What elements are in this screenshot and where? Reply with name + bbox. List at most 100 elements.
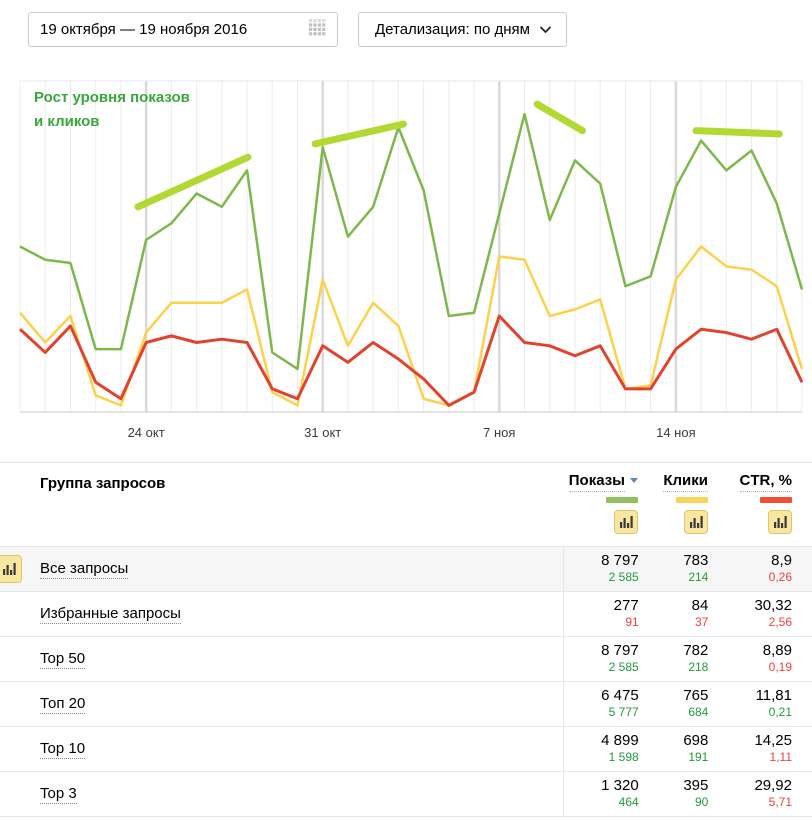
value-cell-shows: 4 8991 598	[564, 732, 639, 771]
date-range-text: 19 октября — 19 ноября 2016	[40, 21, 247, 38]
metric-delta: 464	[564, 795, 639, 810]
detail-dropdown-label: Детализация: по дням	[375, 21, 530, 38]
x-axis-label: 31 окт	[304, 425, 341, 440]
metric-value: 395	[639, 777, 709, 795]
value-cell-clicks: 765684	[639, 687, 709, 726]
legend-swatch-clicks	[676, 497, 708, 503]
chart-canvas	[0, 75, 812, 425]
metric-delta: 1,11	[708, 750, 792, 765]
query-group-link[interactable]: Топ 20	[40, 695, 85, 714]
metric-delta: 90	[639, 795, 709, 810]
metric-delta: 214	[639, 570, 709, 585]
metric-delta: 5 777	[564, 705, 639, 720]
table-row: Top 10 4 8991 59869819114,251,11	[0, 726, 812, 771]
toolbar: 19 октября — 19 ноября 2016 Детализация:…	[28, 12, 567, 47]
metric-delta: 0,21	[708, 705, 792, 720]
column-chart-toggle-button-ctr[interactable]	[768, 510, 792, 534]
metric-value: 782	[639, 642, 709, 660]
column-chart-toggle-button-shows[interactable]	[614, 510, 638, 534]
bar-chart-icon	[619, 515, 633, 529]
row-name-cell: Top 50	[0, 637, 563, 681]
value-cell-clicks: 783214	[639, 552, 709, 591]
row-values: 4 8991 59869819114,251,11	[563, 727, 812, 771]
metric-value: 14,25	[708, 732, 792, 750]
metric-value: 84	[639, 597, 709, 615]
table-row: Избранные запросы 27791843730,322,56	[0, 591, 812, 636]
metric-delta: 0,19	[708, 660, 792, 675]
row-values: 6 4755 77776568411,810,21	[563, 682, 812, 726]
row-values: 1 3204643959029,925,71	[563, 772, 812, 816]
metric-delta: 2 585	[564, 660, 639, 675]
metric-delta: 91	[564, 615, 639, 630]
column-sort-link-clicks[interactable]: Клики	[663, 472, 708, 492]
row-values: 8 7972 5857822188,890,19	[563, 637, 812, 681]
metric-value: 8,9	[708, 552, 792, 570]
column-sort-link-ctr[interactable]: CTR, %	[740, 472, 793, 492]
active-row-chart-button[interactable]	[0, 555, 22, 583]
value-cell-shows: 27791	[564, 597, 639, 636]
trend-annotation-stroke	[315, 124, 403, 144]
metric-delta: 191	[639, 750, 709, 765]
trend-annotation-stroke	[696, 131, 779, 134]
metric-value: 6 475	[564, 687, 639, 705]
trend-annotation-stroke	[537, 104, 582, 130]
metric-delta: 1 598	[564, 750, 639, 765]
value-cell-clicks: 782218	[639, 642, 709, 681]
value-cell-clicks: 698191	[639, 732, 709, 771]
bar-chart-icon	[689, 515, 703, 529]
metric-delta: 0,26	[708, 570, 792, 585]
metric-delta: 2 585	[564, 570, 639, 585]
row-values: 27791843730,322,56	[563, 592, 812, 636]
x-axis-label: 14 ноя	[656, 425, 696, 440]
metric-value: 765	[639, 687, 709, 705]
x-axis: 24 окт31 окт7 ноя14 ноя	[0, 425, 812, 443]
value-cell-ctr: 30,322,56	[708, 597, 792, 636]
table-row: Топ 20 6 4755 77776568411,810,21	[0, 681, 812, 726]
row-name-cell: Top 3	[0, 772, 563, 816]
row-name-cell: Топ 20	[0, 682, 563, 726]
value-cell-shows: 8 7972 585	[564, 642, 639, 681]
chevron-down-icon	[539, 21, 552, 39]
value-cell-ctr: 11,810,21	[708, 687, 792, 726]
metric-delta: 5,71	[708, 795, 792, 810]
x-axis-label: 24 окт	[128, 425, 165, 440]
value-cell-ctr: 8,890,19	[708, 642, 792, 681]
bar-chart-icon	[2, 562, 16, 576]
value-cell-shows: 1 320464	[564, 777, 639, 816]
metric-delta: 2,56	[708, 615, 792, 630]
row-name-cell: Избранные запросы	[0, 592, 563, 636]
row-values: 8 7972 5857832148,90,26	[563, 547, 812, 591]
legend-swatch-ctr	[760, 497, 792, 503]
column-sort-link-shows[interactable]: Показы	[569, 472, 625, 492]
query-group-link[interactable]: Top 10	[40, 740, 85, 759]
date-range-picker[interactable]: 19 октября — 19 ноября 2016	[28, 12, 338, 47]
table-row: Все запросы 8 7972 5857832148,90,26	[0, 546, 812, 591]
query-group-link[interactable]: Избранные запросы	[40, 605, 181, 624]
metric-value: 8 797	[564, 552, 639, 570]
impressions-line	[20, 114, 802, 369]
table-row: Top 50 8 7972 5857822188,890,19	[0, 636, 812, 681]
query-group-link[interactable]: Все запросы	[40, 560, 128, 579]
clicks-line	[20, 247, 802, 406]
traffic-chart[interactable]: Рост уровня показов и кликов	[0, 75, 812, 425]
metric-value: 277	[564, 597, 639, 615]
sort-arrow-icon	[630, 478, 638, 483]
calendar-icon[interactable]	[309, 19, 326, 41]
metric-value: 8,89	[708, 642, 792, 660]
metric-delta: 684	[639, 705, 709, 720]
detail-dropdown[interactable]: Детализация: по дням	[358, 12, 567, 47]
metric-value: 29,92	[708, 777, 792, 795]
metric-value: 8 797	[564, 642, 639, 660]
column-header-ctr: CTR, %	[708, 472, 792, 546]
row-name-cell: Все запросы	[0, 547, 563, 591]
bar-chart-icon	[773, 515, 787, 529]
value-cell-shows: 6 4755 777	[564, 687, 639, 726]
column-chart-toggle-button-clicks[interactable]	[684, 510, 708, 534]
metric-value: 1 320	[564, 777, 639, 795]
query-group-link[interactable]: Top 3	[40, 785, 77, 804]
metric-value: 4 899	[564, 732, 639, 750]
metric-value: 783	[639, 552, 709, 570]
table-row: Top 3 1 3204643959029,925,71	[0, 771, 812, 816]
query-group-link[interactable]: Top 50	[40, 650, 85, 669]
metric-delta: 218	[639, 660, 709, 675]
